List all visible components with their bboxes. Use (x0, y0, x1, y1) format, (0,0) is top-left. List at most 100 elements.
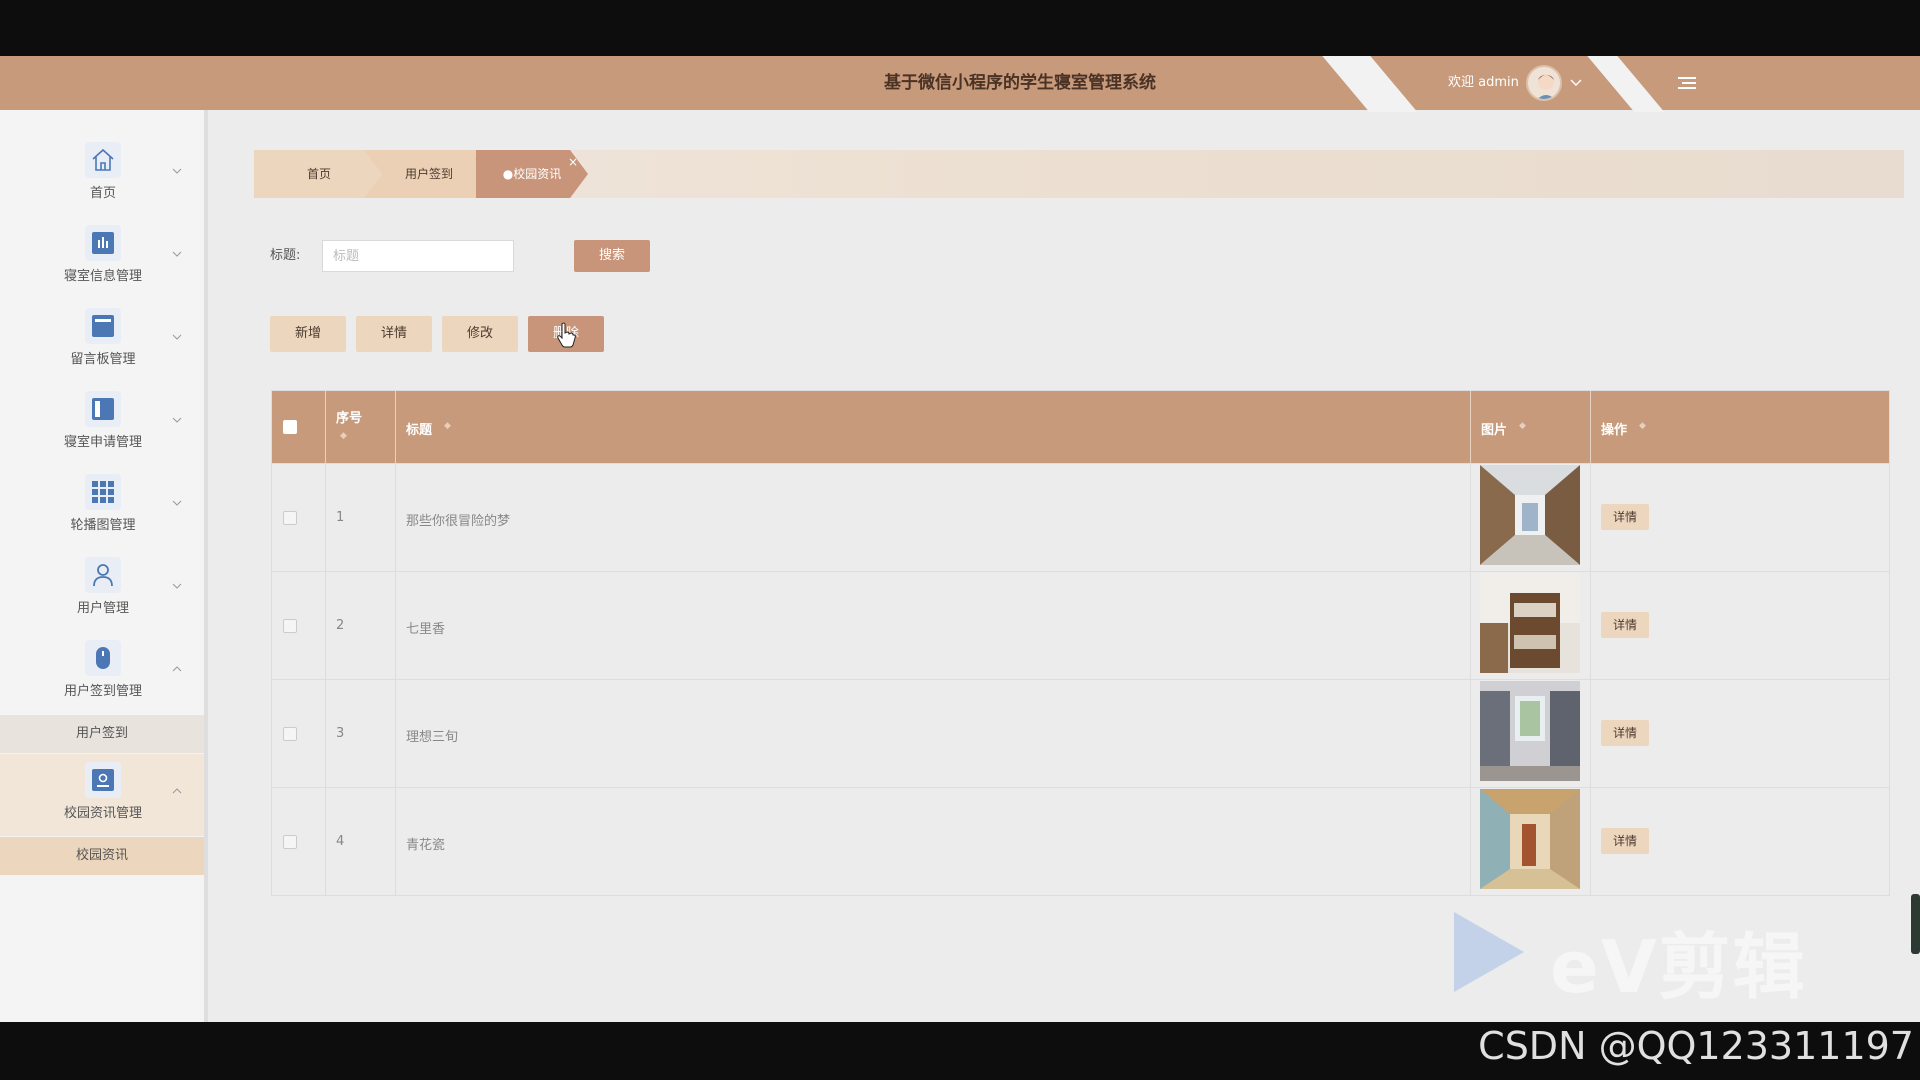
row-checkbox[interactable] (283, 835, 297, 849)
hallway-thumbnail[interactable] (1480, 789, 1580, 889)
title-value: 七里香 (406, 622, 446, 637)
select-all-checkbox[interactable] (283, 420, 297, 434)
index-cell: 2 (326, 572, 396, 680)
sidebar-item-campus-news-manage[interactable]: 校园资讯管理 (0, 754, 204, 836)
sidebar-item-users[interactable]: 用户管理 (0, 549, 204, 631)
sidebar-subitem-campus-news[interactable]: 校园资讯 (0, 837, 204, 875)
row-detail-button[interactable]: 详情 (1601, 612, 1649, 638)
sidebar-item-label: 寝室申请管理 (63, 435, 142, 450)
top-header: 基于微信小程序的学生寝室管理系统 欢迎 admin (0, 56, 1920, 112)
index-cell: 1 (326, 464, 396, 572)
menu-toggle-icon[interactable] (1672, 68, 1702, 98)
chart-icon (85, 225, 121, 261)
badge-icon (85, 762, 121, 798)
title-cell: 七里香 (396, 572, 1471, 680)
sidebar-item-label: 寝室信息管理 (63, 269, 142, 284)
select-all-column (272, 391, 326, 463)
index-cell: 3 (326, 680, 396, 788)
scrollbar-handle[interactable] (1911, 894, 1920, 954)
home-icon (85, 142, 121, 178)
panel-icon (85, 391, 121, 427)
hand-cursor-icon (557, 322, 576, 348)
title-value: 理想三旬 (406, 730, 459, 745)
close-icon[interactable]: × (568, 150, 578, 186)
table-row[interactable]: 4 青花瓷 详情 (272, 787, 1889, 896)
row-detail-button[interactable]: 详情 (1601, 828, 1649, 854)
csdn-watermark: CSDN @QQ123311197 (1478, 1024, 1914, 1068)
row-checkbox[interactable] (283, 511, 297, 525)
title-value: 那些你很冒险的梦 (406, 514, 511, 529)
index-value: 2 (336, 618, 345, 633)
sidebar: 首页 寝室信息管理 留言板管理 寝室申请管理 轮播图管理 用户管理 用户签到管理… (0, 110, 208, 1022)
add-button[interactable]: 新增 (270, 316, 346, 352)
sidebar-item-message-board[interactable]: 留言板管理 (0, 300, 204, 382)
column-header-actions[interactable]: 操作 ◆ (1591, 391, 1891, 463)
row-select-cell (272, 680, 326, 788)
detail-button[interactable]: 详情 (356, 316, 432, 352)
row-checkbox[interactable] (283, 619, 297, 633)
table-header: 序号 ◆ 标题 ◆ 图片 ◆ 操作 ◆ (272, 391, 1889, 463)
column-label: 序号 (336, 411, 363, 426)
sort-icon[interactable]: ◆ (340, 431, 347, 441)
sidebar-item-sign-in-manage[interactable]: 用户签到管理 (0, 632, 204, 714)
actions-cell: 详情 (1591, 464, 1891, 572)
title-cell: 那些你很冒险的梦 (396, 464, 1471, 572)
sort-icon[interactable]: ◆ (1639, 421, 1646, 431)
row-detail-button[interactable]: 详情 (1601, 720, 1649, 746)
sidebar-item-carousel[interactable]: 轮播图管理 (0, 466, 204, 548)
actions-cell: 详情 (1591, 572, 1891, 680)
sidebar-item-dorm-apply[interactable]: 寝室申请管理 (0, 383, 204, 465)
sidebar-item-label: 用户管理 (76, 601, 129, 616)
column-header-image[interactable]: 图片 ◆ (1471, 391, 1591, 463)
tab-label: 首页 (306, 167, 331, 181)
row-select-cell (272, 788, 326, 896)
chevron-up-icon (172, 662, 182, 675)
chevron-down-icon[interactable] (1570, 76, 1582, 90)
ev-logo-icon (1454, 912, 1524, 992)
table-row[interactable]: 2 七里香 详情 (272, 571, 1891, 680)
sort-icon[interactable]: ◆ (444, 421, 451, 431)
image-cell (1471, 464, 1591, 572)
dorm-corridor-thumbnail[interactable] (1480, 465, 1580, 565)
sort-icon[interactable]: ◆ (1519, 421, 1526, 431)
sidebar-item-label: 留言板管理 (70, 352, 136, 367)
title-search-input[interactable] (322, 240, 514, 272)
bunk-bed-thumbnail[interactable] (1480, 573, 1580, 673)
sidebar-item-label: 轮播图管理 (70, 518, 136, 533)
avatar[interactable] (1526, 65, 1562, 101)
title-value: 青花瓷 (406, 838, 446, 853)
ev-watermark: eV剪辑 (1550, 925, 1807, 1009)
search-button[interactable]: 搜索 (574, 240, 650, 272)
row-detail-button[interactable]: 详情 (1601, 504, 1649, 530)
user-menu[interactable]: 欢迎 admin (1410, 56, 1630, 110)
image-cell (1471, 680, 1591, 788)
dorm-room-thumbnail[interactable] (1480, 681, 1580, 781)
image-cell (1471, 572, 1591, 680)
row-select-cell (272, 572, 326, 680)
sidebar-item-label: 用户签到管理 (63, 684, 142, 699)
sidebar-item-dorm-info[interactable]: 寝室信息管理 (0, 217, 204, 299)
table-row[interactable]: 1 那些你很冒险的梦 详情 (272, 463, 1891, 572)
title-cell: 理想三旬 (396, 680, 1471, 788)
news-table: 序号 ◆ 标题 ◆ 图片 ◆ 操作 ◆ 1 那些你很冒险的梦 详情 2 七里香 … (271, 390, 1890, 896)
index-cell: 4 (326, 788, 396, 896)
tab-home[interactable]: 首页 (254, 150, 384, 198)
tab-campus-news[interactable]: ●校园资讯 × (476, 150, 588, 198)
mouse-icon (85, 640, 121, 676)
tab-sign-in[interactable]: 用户签到 × (364, 150, 494, 198)
sidebar-subitem-sign-in[interactable]: 用户签到 (0, 715, 204, 753)
column-header-title[interactable]: 标题 ◆ (396, 391, 1471, 463)
chevron-down-icon (172, 247, 182, 260)
main-content: 首页 用户签到 × ●校园资讯 × 标题: 搜索 新增 详情 修改 删除 (240, 110, 1920, 1022)
sidebar-item-home[interactable]: 首页 (0, 134, 204, 216)
grid-icon (85, 474, 121, 510)
column-header-index[interactable]: 序号 ◆ (326, 391, 396, 463)
image-cell (1471, 788, 1591, 896)
edit-button[interactable]: 修改 (442, 316, 518, 352)
table-row[interactable]: 3 理想三旬 详情 (272, 679, 1889, 788)
row-checkbox[interactable] (283, 727, 297, 741)
chevron-down-icon (172, 496, 182, 509)
chevron-down-icon (172, 413, 182, 426)
app-window: 基于微信小程序的学生寝室管理系统 欢迎 admin 首页 寝室信息管理 留言板管… (0, 56, 1920, 1022)
title-cell: 青花瓷 (396, 788, 1471, 896)
